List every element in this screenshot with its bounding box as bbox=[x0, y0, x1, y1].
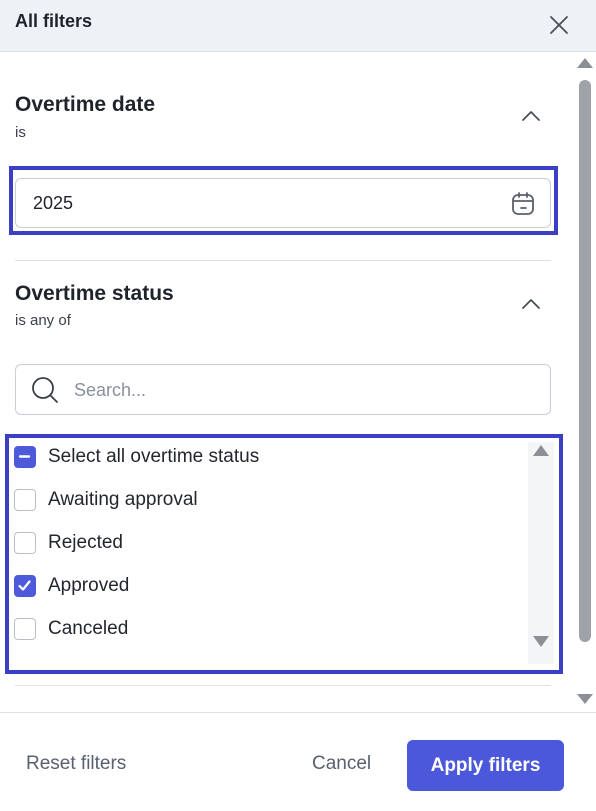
select-all-status-option[interactable]: Select all overtime status bbox=[14, 442, 514, 472]
apply-filters-button[interactable]: Apply filters bbox=[407, 740, 564, 791]
scroll-down-arrow-icon[interactable] bbox=[577, 694, 593, 704]
scroll-up-arrow-icon[interactable] bbox=[533, 445, 549, 456]
section-divider bbox=[15, 685, 551, 686]
status-search-input[interactable] bbox=[74, 375, 534, 405]
date-value: 2025 bbox=[33, 193, 74, 213]
close-icon bbox=[550, 16, 568, 34]
dialog-scrollbar[interactable] bbox=[574, 52, 596, 712]
cancel-button[interactable]: Cancel bbox=[312, 753, 371, 775]
search-icon bbox=[32, 377, 58, 403]
dialog-title: All filters bbox=[15, 11, 93, 31]
calendar-icon[interactable] bbox=[509, 190, 537, 218]
select-all-label: Select all overtime status bbox=[48, 446, 260, 467]
section-divider bbox=[15, 260, 551, 261]
section-operator-overtime-status: is any of bbox=[15, 312, 71, 329]
chevron-up-icon bbox=[522, 299, 540, 309]
select-all-checkbox[interactable] bbox=[14, 446, 36, 468]
indeterminate-icon bbox=[18, 455, 31, 458]
section-title-overtime-status: Overtime status bbox=[15, 282, 174, 305]
close-button[interactable] bbox=[544, 10, 574, 40]
status-option-awaiting-approval[interactable]: Awaiting approval bbox=[14, 485, 514, 515]
option-label: Canceled bbox=[48, 618, 129, 639]
section-operator-overtime-date: is bbox=[15, 124, 26, 141]
collapse-overtime-status-button[interactable] bbox=[516, 289, 546, 319]
reset-filters-button[interactable]: Reset filters bbox=[26, 753, 126, 775]
status-search-box bbox=[15, 364, 551, 415]
scroll-up-arrow-icon[interactable] bbox=[577, 58, 593, 68]
option-label: Rejected bbox=[48, 532, 123, 553]
status-option-rejected[interactable]: Rejected bbox=[14, 528, 514, 558]
dialog-footer: Reset filters Cancel Apply filters bbox=[0, 712, 596, 811]
checkbox-canceled[interactable] bbox=[14, 618, 36, 640]
collapse-overtime-date-button[interactable] bbox=[516, 101, 546, 131]
scroll-down-arrow-icon[interactable] bbox=[533, 636, 549, 647]
chevron-up-icon bbox=[522, 111, 540, 121]
option-label: Approved bbox=[48, 575, 130, 596]
checkbox-rejected[interactable] bbox=[14, 532, 36, 554]
scroll-thumb[interactable] bbox=[579, 80, 591, 642]
checkbox-approved[interactable] bbox=[14, 575, 36, 597]
status-option-approved[interactable]: Approved bbox=[14, 571, 514, 601]
checkbox-awaiting-approval[interactable] bbox=[14, 489, 36, 511]
dialog-header: All filters bbox=[0, 0, 596, 52]
date-input[interactable]: 2025 bbox=[15, 178, 551, 228]
option-label: Awaiting approval bbox=[48, 489, 198, 510]
options-scrollbar[interactable] bbox=[528, 442, 554, 664]
checkmark-icon bbox=[18, 580, 31, 591]
status-option-canceled[interactable]: Canceled bbox=[14, 614, 514, 644]
section-title-overtime-date: Overtime date bbox=[15, 93, 156, 116]
